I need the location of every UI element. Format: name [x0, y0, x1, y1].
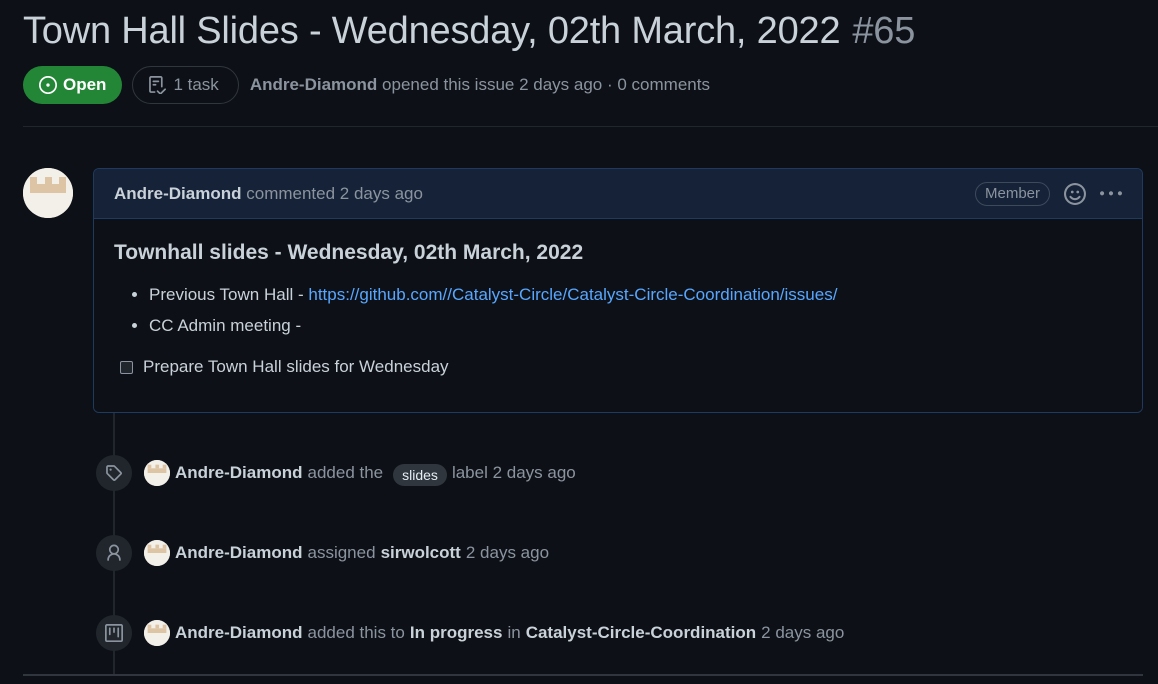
event-text: added this to	[307, 623, 405, 642]
reaction-button[interactable]	[1064, 182, 1086, 205]
task-count-pill[interactable]: 1 task	[132, 66, 239, 104]
event-text: label 2 days ago	[451, 463, 576, 482]
list-item-label: CC Admin meeting -	[149, 316, 302, 335]
avatar[interactable]	[144, 460, 170, 486]
timeline-event-icon	[96, 455, 132, 491]
event-author-link[interactable]: Andre-Diamond	[175, 543, 303, 563]
previous-town-hall-link[interactable]: https://github.com//Catalyst-Circle/Cata…	[308, 285, 837, 304]
list-item-label: Previous Town Hall -	[149, 285, 309, 304]
comment-heading: Townhall slides - Wednesday, 02th March,…	[114, 241, 584, 264]
task-checkbox[interactable]	[120, 360, 133, 374]
list-item: Previous Town Hall - https://github.com/…	[149, 279, 1122, 310]
event-text: in	[507, 623, 521, 642]
comment-list: Previous Town Hall - https://github.com/…	[114, 279, 1122, 341]
task-item-label: Prepare Town Hall slides for Wednesday	[143, 357, 449, 376]
issue-author-link[interactable]: Andre-Diamond	[250, 75, 378, 94]
issue-number: #65	[852, 10, 916, 52]
comment-header: Andre-Diamond commented 2 days ago Membe…	[94, 169, 1142, 219]
project-link[interactable]: Catalyst-Circle-Coordination	[526, 623, 756, 643]
issue-opened-icon	[39, 76, 57, 94]
event-text: assigned	[307, 543, 376, 562]
timeline-event-content: Andre-Diamond assigned sirwolcott 2 days…	[144, 540, 554, 566]
issue-comment: Andre-Diamond commented 2 days ago Membe…	[93, 168, 1143, 413]
avatar[interactable]	[23, 168, 73, 218]
comment-actions: Member	[974, 181, 1122, 206]
list-item: CC Admin meeting -	[149, 310, 1122, 341]
comment-body: Townhall slides - Wednesday, 02th March,…	[94, 219, 1142, 412]
issue-meta: Open 1 task Andre-Diamond opened this is…	[23, 66, 710, 104]
issue-opened-info: Andre-Diamond opened this issue 2 days a…	[250, 75, 710, 95]
timeline-event-content: Andre-Diamond added the slides label 2 d…	[144, 460, 576, 486]
checklist-icon	[149, 76, 167, 94]
comment-byline: Andre-Diamond commented 2 days ago	[114, 184, 423, 204]
timeline-bottom-rule	[23, 674, 1143, 676]
timeline-event-project: Andre-Diamond added this to In progress …	[96, 615, 849, 651]
issue-state-label: Open	[63, 75, 107, 94]
assignee-link[interactable]: sirwolcott	[381, 543, 461, 563]
timeline-event-icon	[96, 535, 132, 571]
issue-opened-text: opened this issue 2 days ago · 0 comment…	[382, 75, 710, 94]
smiley-icon	[1064, 182, 1086, 205]
event-author-link[interactable]: Andre-Diamond	[175, 463, 303, 483]
label-slides[interactable]: slides	[393, 464, 447, 486]
task-list-item: Prepare Town Hall slides for Wednesday	[120, 357, 1122, 377]
timeline-event-content: Andre-Diamond added this to In progress …	[144, 620, 849, 646]
header-divider	[23, 126, 1158, 127]
person-icon	[107, 544, 121, 561]
issue-title-text: Town Hall Slides - Wednesday, 02th March…	[23, 10, 841, 52]
avatar[interactable]	[144, 620, 170, 646]
event-text: 2 days ago	[465, 543, 550, 562]
timeline-event-icon	[96, 615, 132, 651]
project-column-link[interactable]: In progress	[410, 623, 503, 643]
kebab-horizontal-icon	[1100, 190, 1122, 195]
event-author-link[interactable]: Andre-Diamond	[175, 623, 303, 643]
avatar[interactable]	[144, 540, 170, 566]
more-options-button[interactable]	[1100, 183, 1122, 205]
comment-timestamp[interactable]: commented 2 days ago	[246, 184, 423, 203]
timeline-event-label: Andre-Diamond added the slides label 2 d…	[96, 455, 576, 491]
member-badge: Member	[974, 181, 1050, 206]
issue-state-badge: Open	[23, 66, 123, 104]
comment-author-link[interactable]: Andre-Diamond	[114, 184, 242, 203]
event-text: 2 days ago	[761, 623, 845, 642]
event-text: added the	[307, 463, 384, 482]
timeline-event-assign: Andre-Diamond assigned sirwolcott 2 days…	[96, 535, 554, 571]
tag-icon	[106, 465, 122, 481]
issue-title: Town Hall Slides - Wednesday, 02th March…	[23, 10, 915, 53]
identicon-avatar	[23, 168, 73, 218]
task-count-label: 1 task	[173, 75, 219, 94]
project-icon	[105, 624, 123, 642]
